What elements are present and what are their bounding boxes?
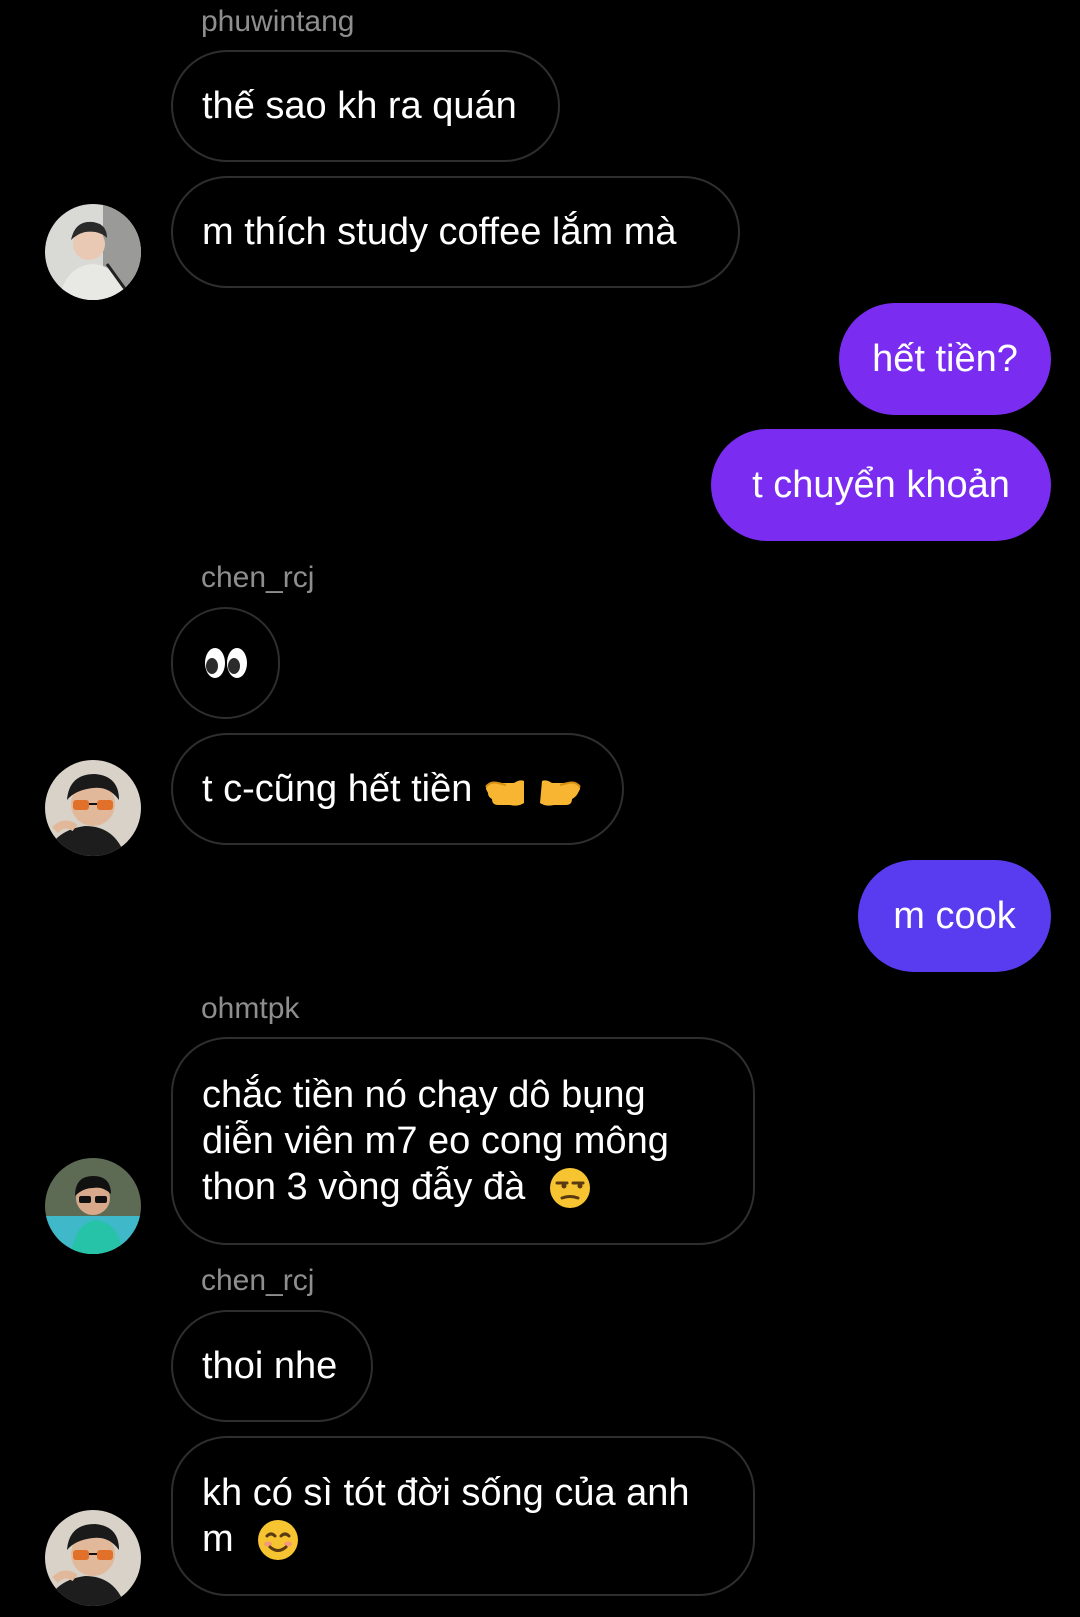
message-text: m cook	[893, 895, 1016, 937]
message-bubble-incoming[interactable]: t c-cũng hết tiền	[171, 733, 624, 845]
avatar-chen_rcj[interactable]	[45, 1510, 141, 1606]
sender-name: ohmtpk	[201, 992, 300, 1025]
message-line: m	[202, 1517, 234, 1560]
eyes-emoji	[204, 648, 247, 678]
avatar-ohmtpk[interactable]	[45, 1158, 141, 1254]
avatar-chen_rcj[interactable]	[45, 760, 141, 856]
message-line: diễn viên m7 eo cong mông	[202, 1119, 669, 1162]
message-text-block: chắc tiền nó chạy dô bụng diễn viên m7 e…	[202, 1072, 669, 1211]
chat-thread: phuwintang thế sao kh ra quán m thích st…	[0, 0, 1080, 1617]
message-bubble-incoming[interactable]: m thích study coffee lắm mà	[171, 176, 740, 288]
message-text: thoi nhe	[202, 1345, 338, 1387]
avatar-photo	[45, 1158, 141, 1254]
message-bubble-outgoing[interactable]: t chuyển khoản	[711, 429, 1051, 541]
message-bubble-incoming[interactable]: chắc tiền nó chạy dô bụng diễn viên m7 e…	[171, 1037, 755, 1245]
avatar-photo	[45, 760, 141, 856]
sender-name: chen_rcj	[201, 561, 315, 594]
message-bubble-incoming[interactable]: thế sao kh ra quán	[171, 50, 560, 162]
pointing-hands-emoji	[485, 780, 582, 806]
smiling-face-emoji	[258, 1520, 299, 1561]
message-line-with-emoji: m	[202, 1516, 690, 1563]
message-line: thon 3 vòng đẫy đà	[202, 1165, 526, 1208]
message-bubble-incoming[interactable]	[171, 607, 280, 719]
message-line: kh có sì tót đời sống của anh	[202, 1471, 690, 1514]
message-text: t c-cũng hết tiền	[202, 768, 473, 810]
message-bubble-incoming[interactable]: thoi nhe	[171, 1310, 373, 1422]
message-line: chắc tiền nó chạy dô bụng	[202, 1073, 646, 1116]
message-text: m thích study coffee lắm mà	[202, 211, 677, 253]
avatar-phuwintang[interactable]	[45, 204, 141, 300]
message-line-with-emoji: thon 3 vòng đẫy đà	[202, 1164, 669, 1211]
avatar-photo	[45, 1510, 141, 1606]
message-bubble-outgoing[interactable]: hết tiền?	[839, 303, 1051, 415]
sender-name: phuwintang	[201, 5, 355, 38]
unamused-face-emoji	[549, 1168, 590, 1209]
message-bubble-outgoing[interactable]: m cook	[858, 860, 1051, 972]
message-text: thế sao kh ra quán	[202, 85, 517, 127]
avatar-photo	[45, 204, 141, 300]
sender-name: chen_rcj	[201, 1264, 315, 1297]
message-text-block: kh có sì tót đời sống của anh m	[202, 1470, 690, 1563]
message-bubble-incoming[interactable]: kh có sì tót đời sống của anh m	[171, 1436, 755, 1596]
message-text: t chuyển khoản	[752, 464, 1010, 506]
message-text: hết tiền?	[872, 338, 1018, 380]
